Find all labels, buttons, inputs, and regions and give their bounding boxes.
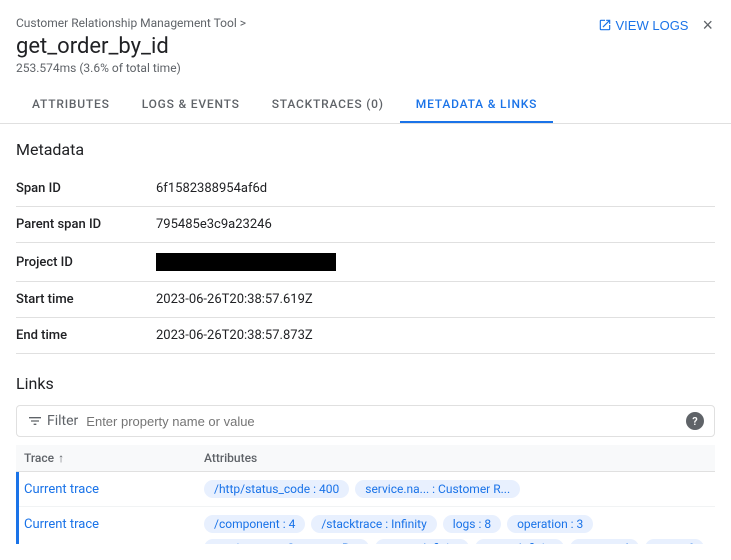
tab-stacktraces[interactable]: STACKTRACES (0) bbox=[256, 87, 400, 123]
redacted-value bbox=[156, 253, 336, 271]
sort-icon: ↑ bbox=[58, 451, 64, 465]
filter-label: Filter bbox=[47, 413, 78, 429]
metadata-key-span-id: Span ID bbox=[16, 171, 156, 207]
metadata-row-start-time: Start time 2023-06-26T20:38:57.619Z bbox=[16, 282, 715, 318]
close-button[interactable]: × bbox=[700, 14, 715, 36]
metadata-row-project-id: Project ID bbox=[16, 243, 715, 282]
attr-chip: logs : 8 bbox=[443, 515, 501, 533]
metadata-section-title: Metadata bbox=[16, 140, 715, 159]
metadata-value-parent-span-id: 795485e3c9a23246 bbox=[156, 207, 715, 243]
metadata-row-span-id: Span ID 6f1582388954af6d bbox=[16, 171, 715, 207]
link-row-wrapper-1: Current trace /http/status_code : 400 se… bbox=[16, 472, 715, 507]
links-section-title: Links bbox=[16, 374, 715, 393]
attr-chip: tags : 6 bbox=[645, 539, 704, 544]
panel-header: Customer Relationship Management Tool > … bbox=[0, 0, 731, 75]
metadata-row-end-time: End time 2023-06-26T20:38:57.873Z bbox=[16, 318, 715, 354]
link-row-2: Current trace /component : 4 /stacktrace… bbox=[16, 507, 715, 544]
left-border-2 bbox=[16, 507, 19, 544]
help-icon[interactable]: ? bbox=[686, 412, 704, 430]
metadata-key-project-id: Project ID bbox=[16, 243, 156, 282]
attr-chip: start : Infinity bbox=[475, 539, 564, 544]
attr-chip: operation : 3 bbox=[507, 515, 593, 533]
left-border-1 bbox=[16, 472, 19, 507]
attributes-column-header: Attributes bbox=[196, 451, 715, 465]
attr-chip: /http/status_code : 400 bbox=[204, 480, 349, 498]
metadata-row-parent-span-id: Parent span ID 795485e3c9a23246 bbox=[16, 207, 715, 243]
attr-chip: span : -Infinity bbox=[375, 539, 469, 544]
filter-input[interactable] bbox=[86, 414, 678, 429]
trace-column-header: Trace ↑ bbox=[16, 451, 196, 465]
view-logs-button[interactable]: VIEW LOGS bbox=[598, 18, 689, 33]
metadata-key-parent-span-id: Parent span ID bbox=[16, 207, 156, 243]
metadata-value-span-id: 6f1582388954af6d bbox=[156, 171, 715, 207]
metadata-value-start-time: 2023-06-26T20:38:57.619Z bbox=[156, 282, 715, 318]
attr-chip: /component : 4 bbox=[204, 515, 305, 533]
metadata-section: Metadata Span ID 6f1582388954af6d Parent… bbox=[16, 140, 715, 354]
metadata-value-project-id bbox=[156, 243, 715, 282]
links-table-header: Trace ↑ Attributes bbox=[16, 445, 715, 472]
link-trace-2: Current trace bbox=[16, 515, 196, 532]
attr-chip: service.na... : Customer R... bbox=[355, 480, 520, 498]
attr-chip: /stacktrace : Infinity bbox=[311, 515, 436, 533]
tab-metadata-links[interactable]: METADATA & LINKS bbox=[400, 87, 553, 123]
attr-chip: status : 4 bbox=[570, 539, 639, 544]
link-row-1: Current trace /http/status_code : 400 se… bbox=[16, 472, 715, 507]
link-trace-1: Current trace bbox=[16, 480, 196, 497]
current-trace-link-1[interactable]: Current trace bbox=[24, 482, 99, 497]
page-title: get_order_by_id bbox=[16, 34, 715, 59]
links-section: Links Filter ? Trace ↑ Attributes bbox=[16, 374, 715, 544]
tab-attributes[interactable]: ATTRIBUTES bbox=[16, 87, 126, 123]
link-attrs-1: /http/status_code : 400 service.na... : … bbox=[196, 480, 715, 498]
external-link-icon bbox=[598, 18, 612, 32]
link-attrs-2: /component : 4 /stacktrace : Infinity lo… bbox=[196, 515, 715, 544]
header-actions: VIEW LOGS × bbox=[598, 14, 715, 36]
metadata-key-end-time: End time bbox=[16, 318, 156, 354]
link-row-wrapper-2: Current trace /component : 4 /stacktrace… bbox=[16, 507, 715, 544]
panel: Customer Relationship Management Tool > … bbox=[0, 0, 731, 544]
current-trace-link-2[interactable]: Current trace bbox=[24, 517, 99, 532]
metadata-value-end-time: 2023-06-26T20:38:57.873Z bbox=[156, 318, 715, 354]
attr-chip: service.na... : Customer R... bbox=[204, 539, 369, 544]
tab-bar: ATTRIBUTES LOGS & EVENTS STACKTRACES (0)… bbox=[0, 87, 731, 124]
filter-icon: Filter bbox=[27, 413, 78, 429]
subtitle: 253.574ms (3.6% of total time) bbox=[16, 61, 715, 75]
metadata-table: Span ID 6f1582388954af6d Parent span ID … bbox=[16, 171, 715, 354]
content-area: Metadata Span ID 6f1582388954af6d Parent… bbox=[0, 124, 731, 544]
tab-logs-events[interactable]: LOGS & EVENTS bbox=[126, 87, 256, 123]
metadata-key-start-time: Start time bbox=[16, 282, 156, 318]
filter-bar: Filter ? bbox=[16, 405, 715, 437]
